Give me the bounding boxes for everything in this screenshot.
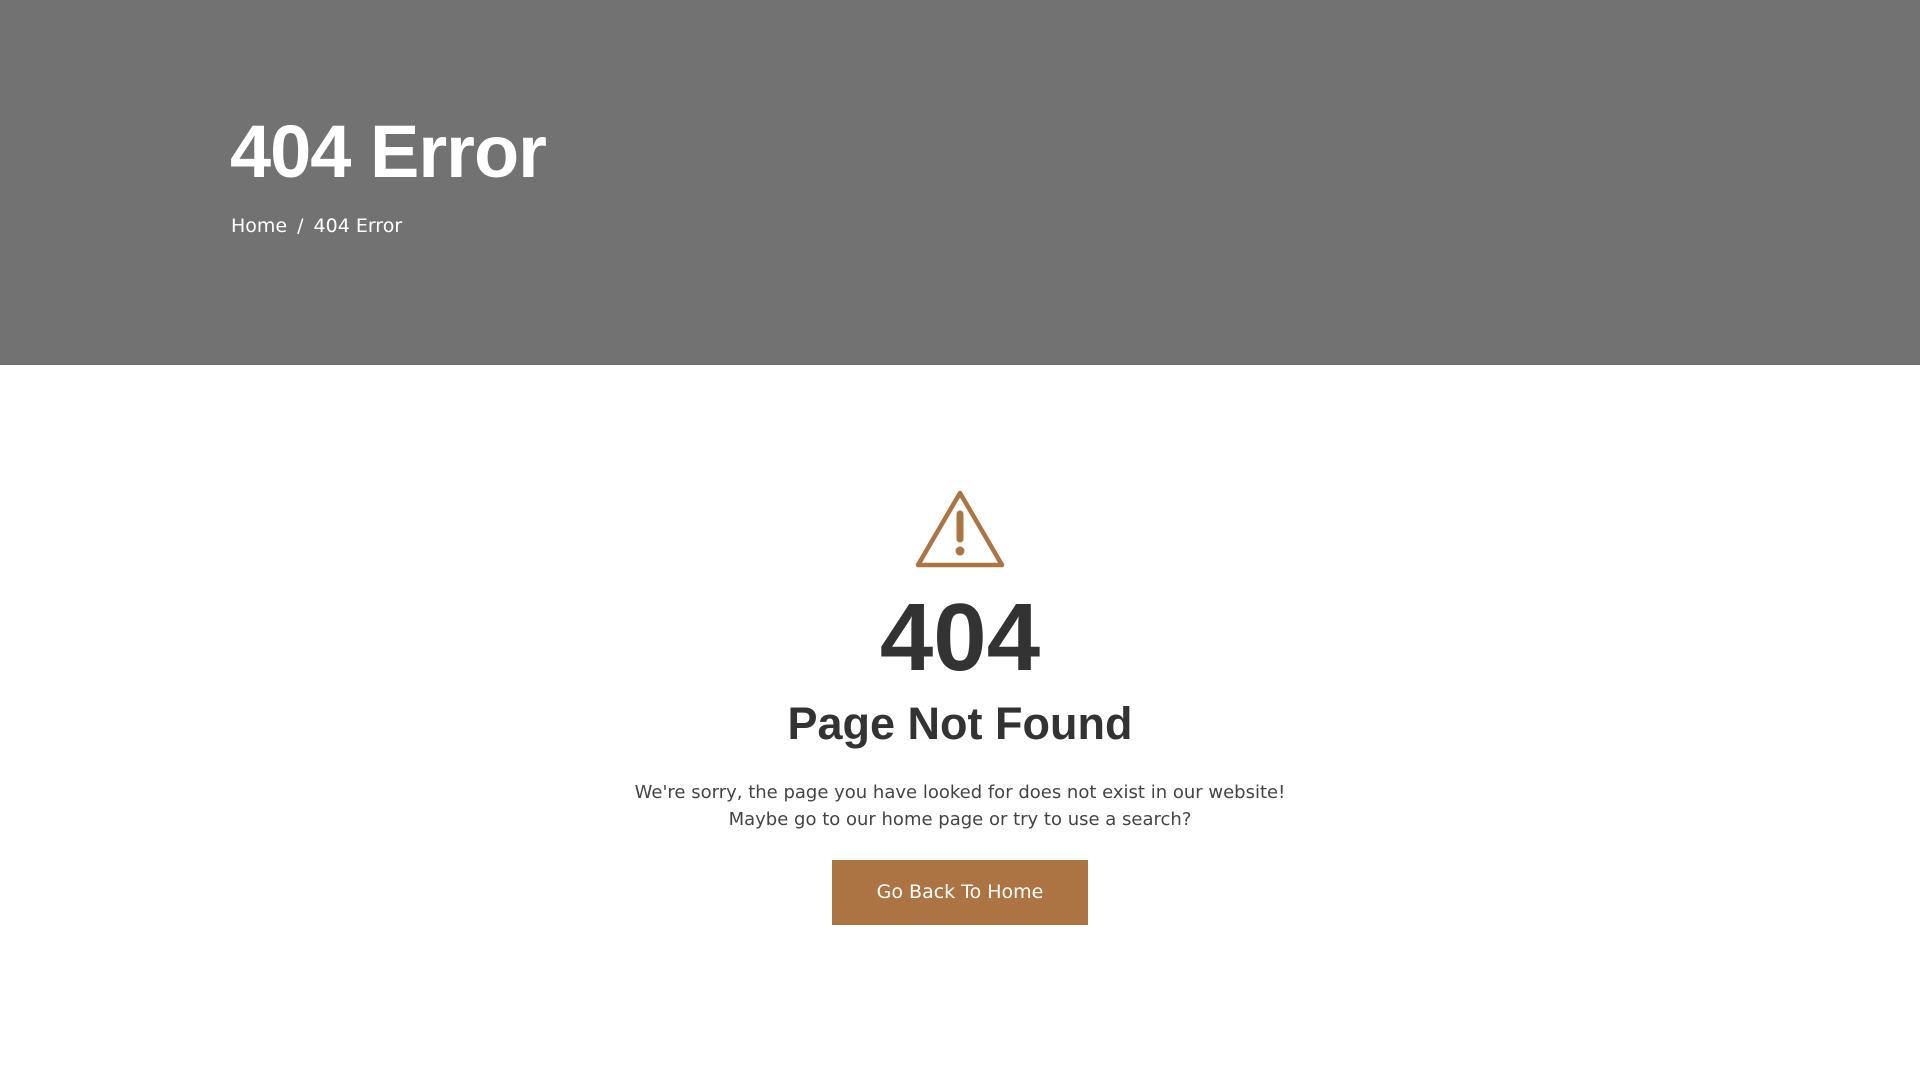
breadcrumb: Home / 404 Error [231,213,402,239]
breadcrumb-home-link[interactable]: Home [231,215,287,237]
breadcrumb-separator: / [297,215,304,237]
error-heading: Page Not Found [787,698,1133,749]
page-title: 404 Error [230,110,547,193]
error-code: 404 [879,584,1041,691]
breadcrumb-current: 404 Error [313,215,403,237]
error-content: 404 Page Not Found We're sorry, the page… [0,365,1920,1080]
page-header-banner: 404 Error Home / 404 Error [0,0,1920,365]
error-message: We're sorry, the page you have looked fo… [634,782,1286,830]
go-back-home-button[interactable]: Go Back To Home [832,860,1088,925]
warning-triangle-icon [915,490,1005,568]
